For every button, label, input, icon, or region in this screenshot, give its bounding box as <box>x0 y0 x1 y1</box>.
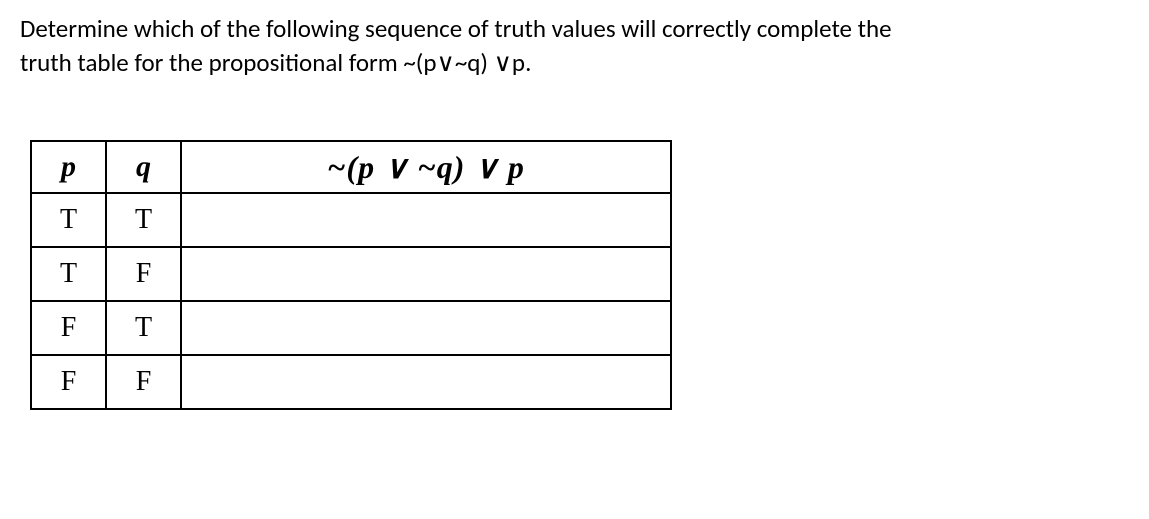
cell-q: T <box>106 301 181 355</box>
table-row: F F <box>31 355 671 409</box>
cell-result <box>181 247 671 301</box>
cell-result <box>181 355 671 409</box>
table-row: T F <box>31 247 671 301</box>
formula-text: ~(p ∨ ~q) ∨ p <box>327 149 525 185</box>
header-p: p <box>31 141 106 193</box>
cell-p: F <box>31 301 106 355</box>
table-row: F T <box>31 301 671 355</box>
cell-q: F <box>106 355 181 409</box>
cell-p: T <box>31 193 106 247</box>
cell-q: T <box>106 193 181 247</box>
cell-result <box>181 193 671 247</box>
cell-q: F <box>106 247 181 301</box>
truth-table: p q ~(p ∨ ~q) ∨ p T T T F F T F F <box>30 140 672 410</box>
prompt-line-1: Determine which of the following sequenc… <box>20 13 892 44</box>
question-prompt: Determine which of the following sequenc… <box>20 12 1129 80</box>
header-q: q <box>106 141 181 193</box>
table-row: T T <box>31 193 671 247</box>
cell-p: T <box>31 247 106 301</box>
prompt-line-2: truth table for the propositional form ~… <box>20 47 531 78</box>
header-formula: ~(p ∨ ~q) ∨ p <box>181 141 671 193</box>
table-header-row: p q ~(p ∨ ~q) ∨ p <box>31 141 671 193</box>
cell-result <box>181 301 671 355</box>
cell-p: F <box>31 355 106 409</box>
